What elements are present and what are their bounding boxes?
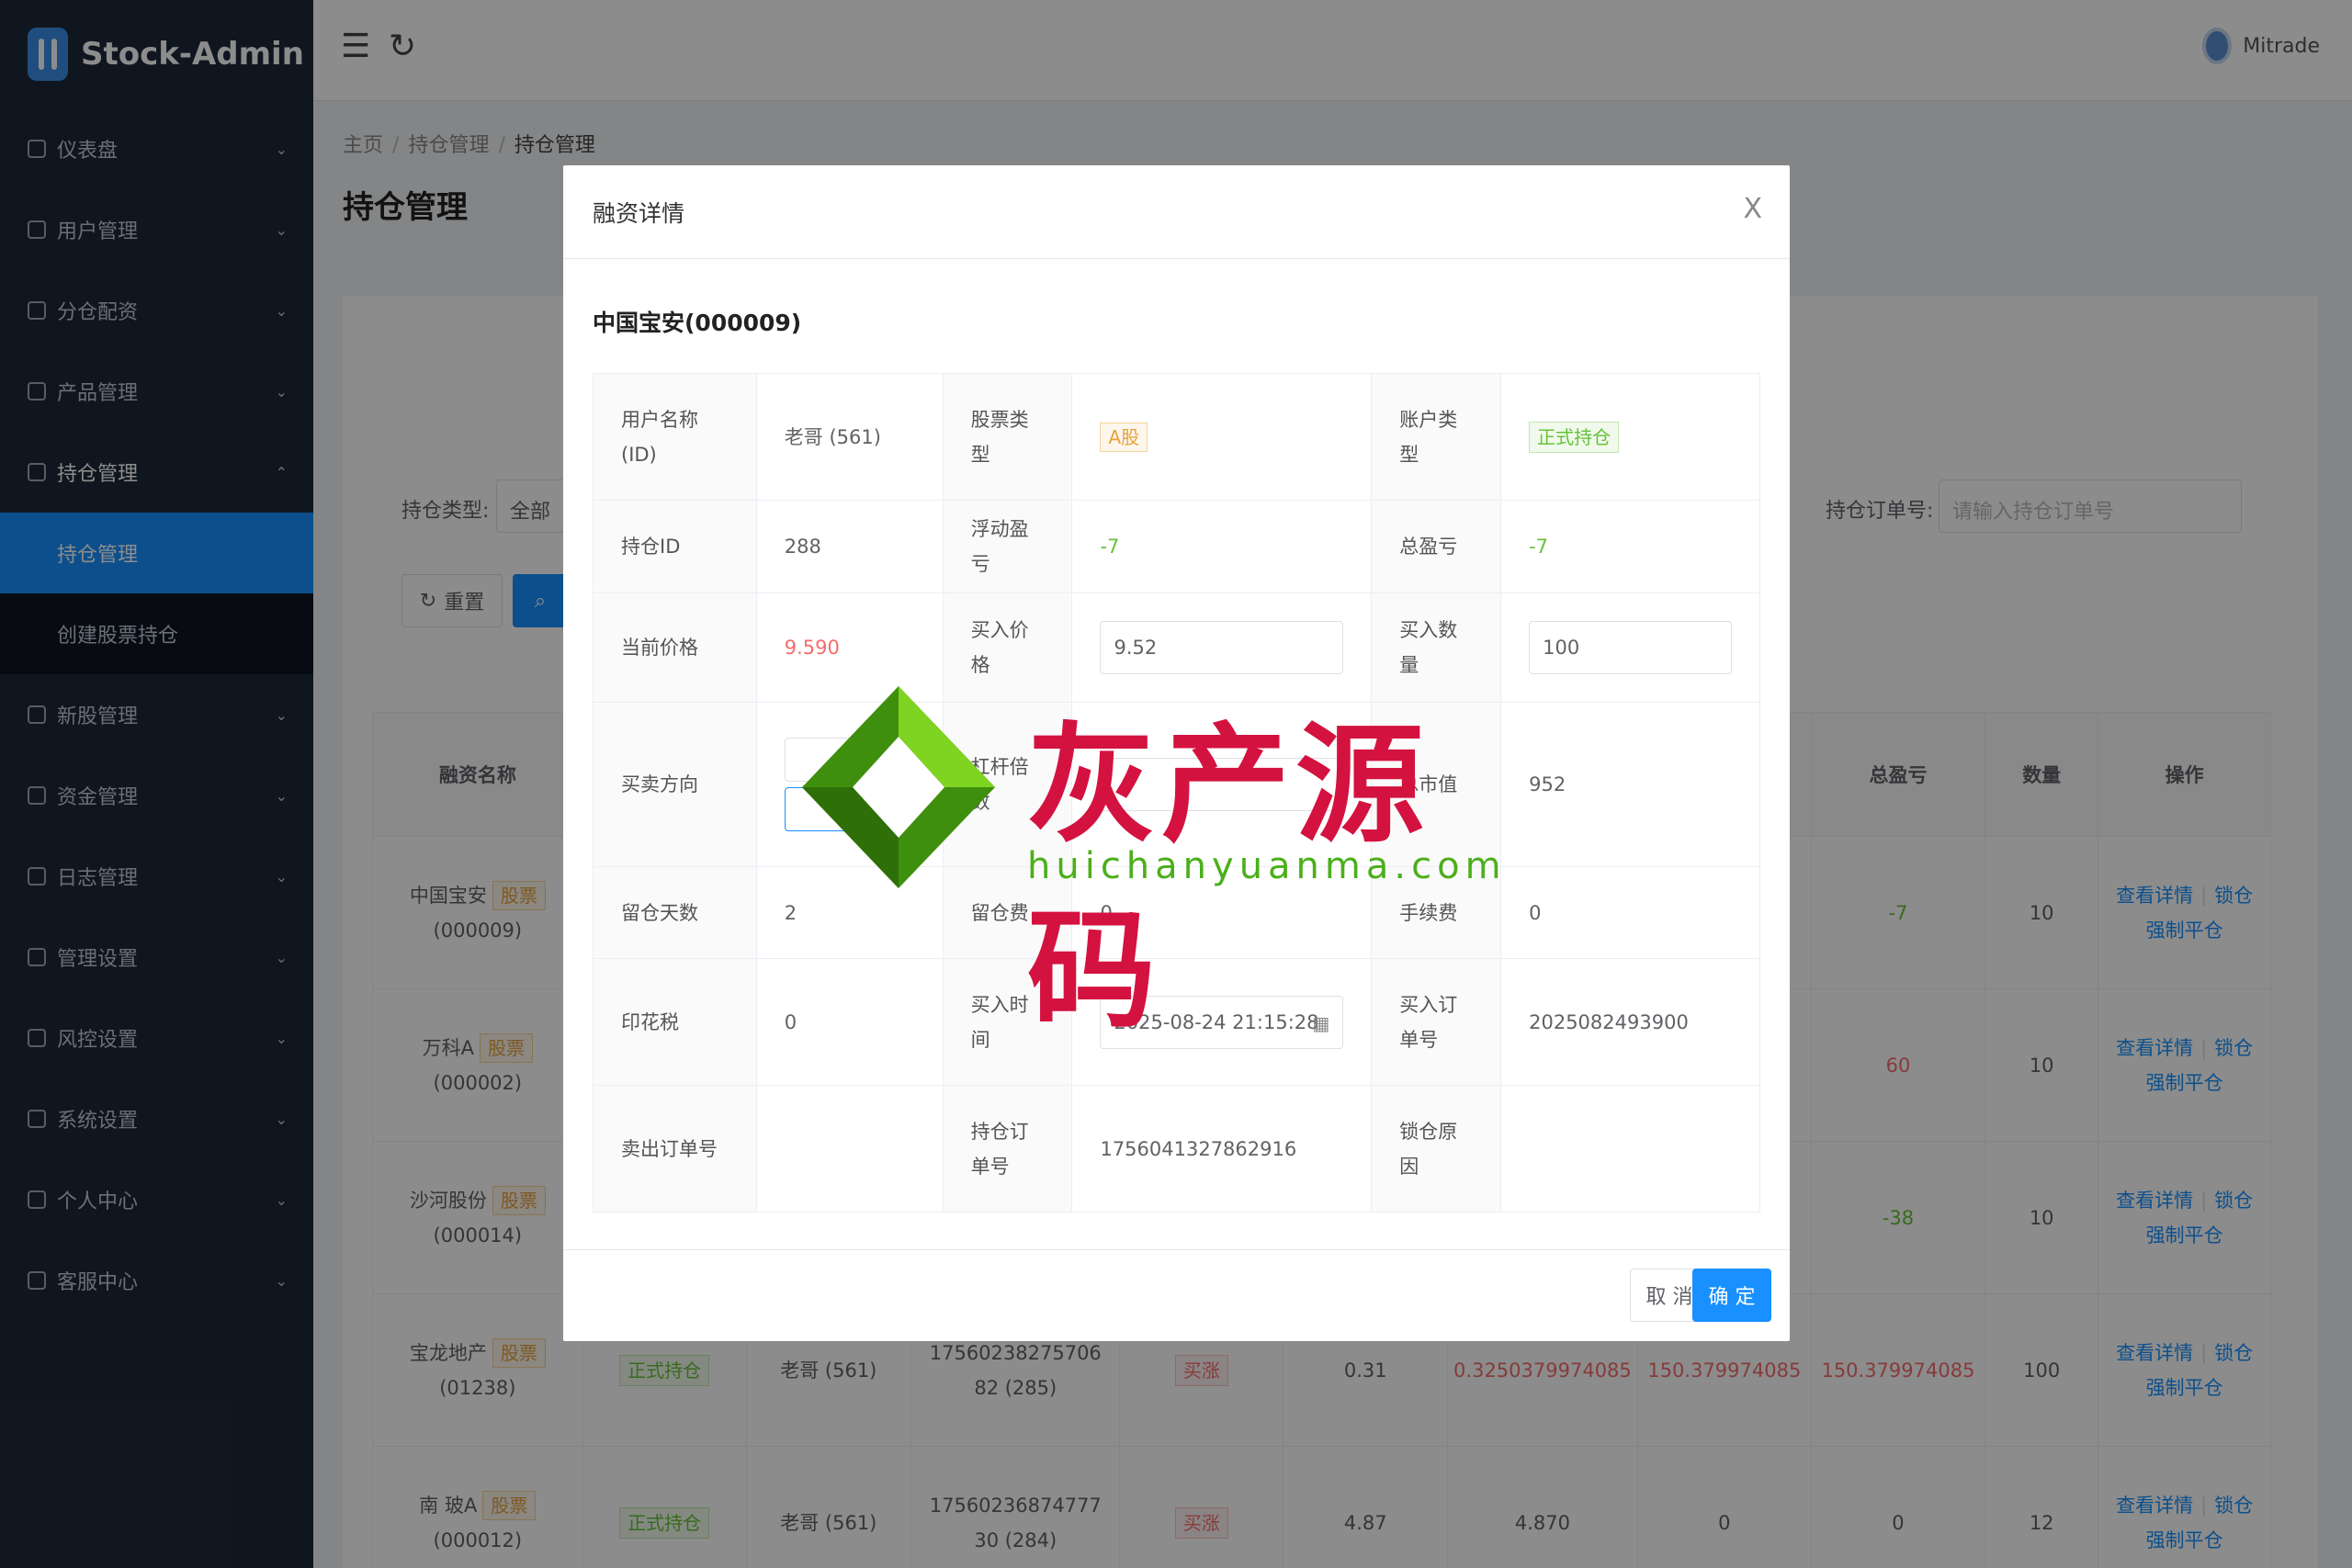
position-id-value: 288: [755, 500, 944, 593]
stock-type-tag: A股: [1100, 422, 1148, 452]
direction-label: 买卖方向: [593, 702, 757, 867]
position-order-value: 1756041327862916: [1071, 1085, 1373, 1213]
position-id-label: 持仓ID: [593, 500, 757, 593]
position-order-label: 持仓订单号: [942, 1085, 1073, 1213]
stamp-tax-value: 0: [755, 958, 944, 1086]
float-pl-value: -7: [1071, 500, 1373, 593]
buy-qty-input[interactable]: 100: [1529, 621, 1732, 674]
account-type-label: 账户类型: [1371, 373, 1502, 501]
dialog-footer: 取 消 确 定: [563, 1249, 1790, 1341]
dialog-title: 融资详情: [593, 199, 685, 227]
stock-type-cell: A股: [1071, 373, 1373, 501]
total-pl-label: 总盈亏: [1371, 500, 1502, 593]
confirm-button[interactable]: 确 定: [1692, 1269, 1771, 1322]
sell-order-label: 卖出订单号: [593, 1085, 757, 1213]
watermark-logo-icon: [802, 686, 995, 888]
user-label: 用户名称(ID): [593, 373, 757, 501]
detail-row: 卖出订单号 持仓订单号 1756041327862916 锁仓原因: [593, 1085, 1760, 1213]
app-root: Stock-Admin 仪表盘 ⌄ 用户管理 ⌄ 分仓配资 ⌄ 产品管理 ⌄ 持仓管理 ⌃…: [0, 0, 2352, 1568]
account-type-cell: 正式持仓: [1500, 373, 1760, 501]
stock-title: 中国宝安(000009): [593, 310, 802, 336]
buy-price-input[interactable]: 9.52: [1100, 621, 1344, 674]
hold-days-label: 留仓天数: [593, 866, 757, 959]
sell-order-value: [755, 1085, 944, 1213]
close-icon[interactable]: X: [1743, 193, 1762, 225]
total-pl-value: -7: [1500, 500, 1760, 593]
stamp-tax-label: 印花税: [593, 958, 757, 1086]
dialog-header: 融资详情 X: [563, 165, 1790, 259]
lock-reason-value: [1500, 1085, 1760, 1213]
detail-row: 持仓ID 288 浮动盈亏 -7 总盈亏 -7: [593, 500, 1760, 593]
user-value: 老哥 (561): [755, 373, 944, 501]
lock-reason-label: 锁仓原因: [1371, 1085, 1502, 1213]
watermark: 灰产源码 huichanyuanma.com: [797, 682, 1551, 1046]
detail-row: 用户名称(ID) 老哥 (561) 股票类型 A股 账户类型 正式持仓: [593, 373, 1760, 501]
account-type-tag: 正式持仓: [1529, 421, 1620, 453]
float-pl-label: 浮动盈亏: [942, 500, 1073, 593]
stock-type-label: 股票类型: [942, 373, 1073, 501]
watermark-url: huichanyuanma.com: [1027, 845, 1507, 887]
current-price-label: 当前价格: [593, 592, 757, 703]
